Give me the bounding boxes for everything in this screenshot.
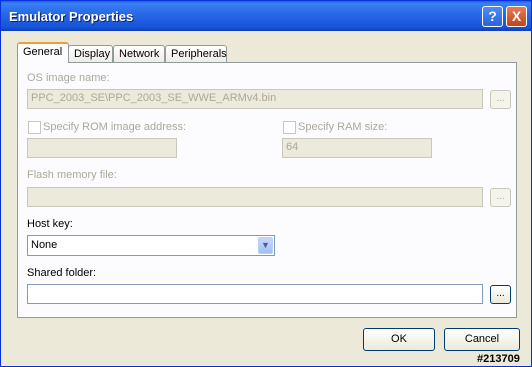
- flash-file-field[interactable]: [27, 187, 483, 207]
- ok-button[interactable]: OK: [363, 328, 435, 351]
- tab-network-label: Network: [119, 48, 160, 60]
- ram-size-label: Specify RAM size:: [298, 121, 388, 133]
- window-title: Emulator Properties: [9, 9, 134, 24]
- tab-network[interactable]: Network: [113, 45, 165, 63]
- tab-peripherals[interactable]: Peripherals: [165, 45, 227, 63]
- close-button[interactable]: X: [506, 6, 527, 27]
- general-tab-panel: OS image name: PPC_2003_SE\PPC_2003_SE_W…: [17, 62, 517, 318]
- tab-display-label: Display: [74, 48, 111, 60]
- shared-folder-browse-button[interactable]: ...: [490, 285, 511, 304]
- emulator-properties-dialog: Emulator Properties ? X General Display …: [0, 0, 532, 367]
- close-icon: X: [511, 8, 522, 24]
- rom-address-label: Specify ROM image address:: [43, 121, 187, 133]
- help-icon: ?: [488, 8, 497, 24]
- tab-general-label: General: [23, 46, 63, 58]
- host-key-label: Host key:: [27, 218, 73, 230]
- flash-file-browse-button[interactable]: ...: [490, 188, 511, 207]
- title-bar[interactable]: Emulator Properties ? X: [1, 1, 531, 31]
- host-key-select[interactable]: None ▼: [27, 235, 275, 256]
- shared-folder-label: Shared folder:: [27, 267, 97, 279]
- watermark-id: #213709: [477, 353, 520, 365]
- host-key-value: None: [31, 239, 58, 251]
- os-image-label: OS image name:: [27, 72, 110, 84]
- tab-peripherals-label: Peripherals: [171, 48, 227, 60]
- ram-size-field[interactable]: 64: [282, 138, 432, 158]
- tab-general[interactable]: General: [17, 42, 69, 63]
- cancel-button[interactable]: Cancel: [444, 328, 520, 351]
- os-image-browse-button[interactable]: ...: [490, 90, 511, 109]
- rom-address-field[interactable]: [27, 138, 177, 158]
- flash-file-label: Flash memory file:: [27, 169, 117, 181]
- ram-size-checkbox[interactable]: [283, 121, 296, 134]
- chevron-down-icon[interactable]: ▼: [258, 237, 273, 254]
- tab-display[interactable]: Display: [68, 45, 113, 63]
- shared-folder-field[interactable]: [27, 284, 483, 304]
- help-button[interactable]: ?: [482, 6, 503, 27]
- os-image-field[interactable]: PPC_2003_SE\PPC_2003_SE_WWE_ARMv4.bin: [27, 89, 483, 109]
- rom-address-checkbox[interactable]: [28, 121, 41, 134]
